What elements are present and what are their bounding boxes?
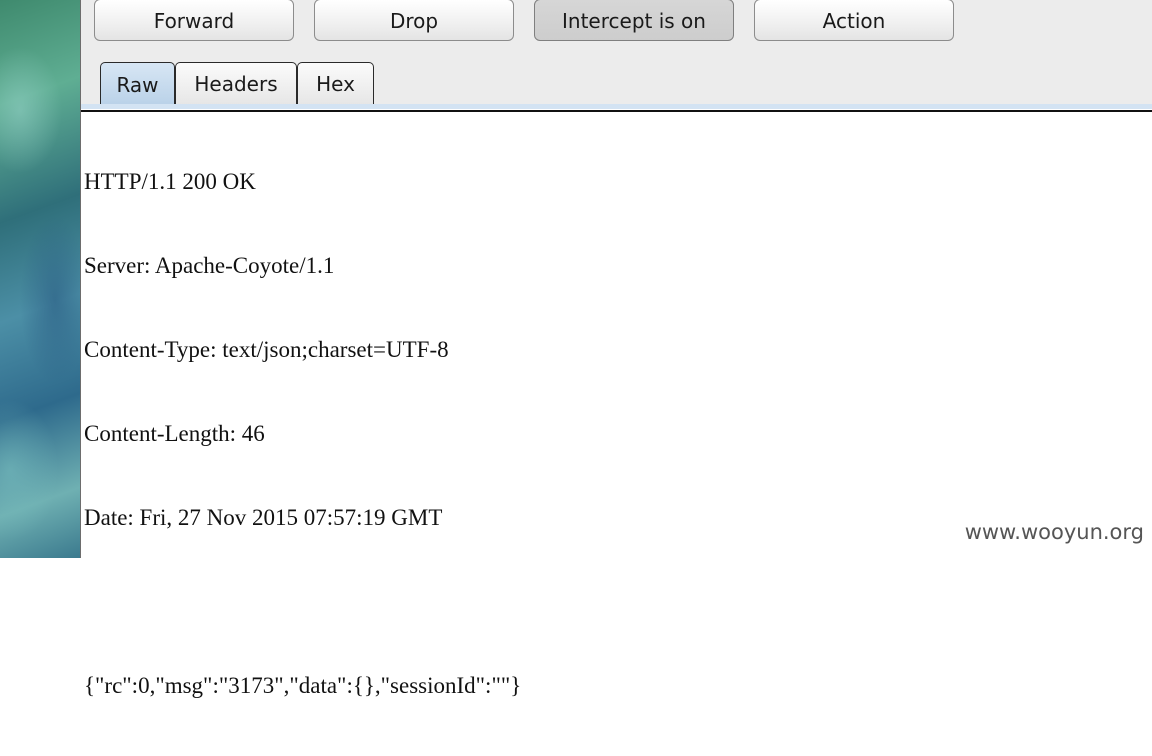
raw-response-editor[interactable]: HTTP/1.1 200 OK Server: Apache-Coyote/1.…	[84, 112, 1144, 756]
action-button[interactable]: Action	[754, 0, 954, 41]
header-line-content-length: Content-Length: 46	[84, 421, 265, 446]
drop-button[interactable]: Drop	[314, 0, 514, 41]
intercept-toggle-button[interactable]: Intercept is on	[534, 0, 734, 41]
tab-raw[interactable]: Raw	[100, 62, 175, 106]
response-body: {"rc":0,"msg":"3173","data":{},"sessionI…	[84, 673, 522, 698]
status-line: HTTP/1.1 200 OK	[84, 169, 256, 194]
header-line-content-type: Content-Type: text/json;charset=UTF-8	[84, 337, 449, 362]
burp-response-window: Forward Drop Intercept is on Action Raw …	[81, 0, 1152, 698]
desktop-wallpaper	[0, 0, 80, 558]
proxy-toolbar: Forward Drop Intercept is on Action Raw …	[81, 0, 1152, 108]
watermark-text: www.wooyun.org	[964, 520, 1144, 544]
header-line-server: Server: Apache-Coyote/1.1	[84, 253, 335, 278]
tab-headers[interactable]: Headers	[175, 62, 297, 105]
tab-underline	[81, 104, 1152, 109]
tab-hex[interactable]: Hex	[297, 62, 374, 105]
forward-button[interactable]: Forward	[94, 0, 294, 41]
